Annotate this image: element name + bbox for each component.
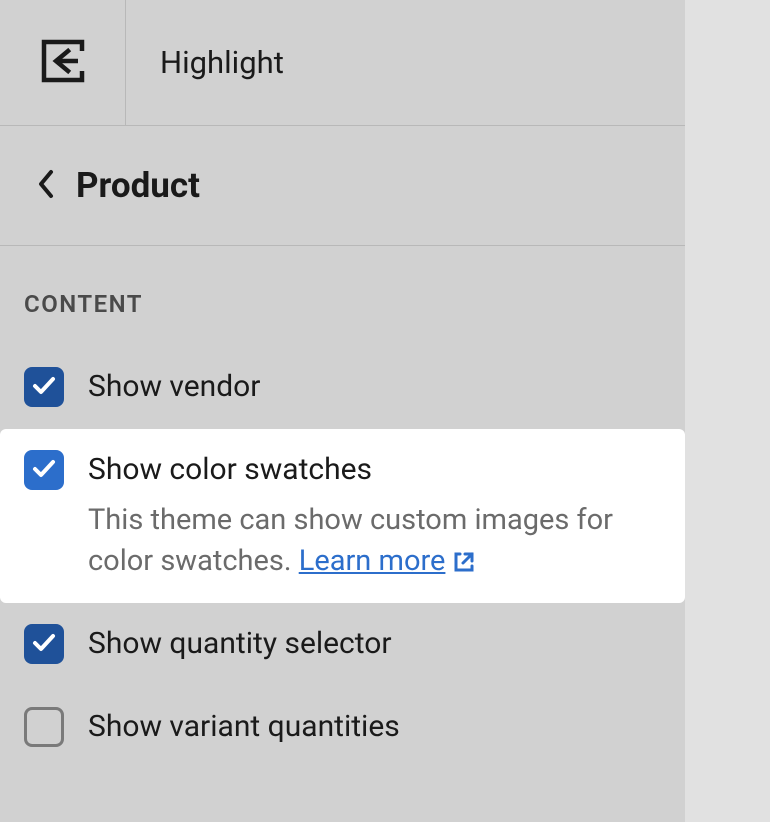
option-label: Show quantity selector [88, 624, 392, 665]
back-to-editor-icon [38, 36, 88, 90]
checkbox-show-quantity-selector[interactable] [24, 624, 64, 664]
option-show-vendor: Show vendor [24, 346, 661, 429]
checkbox-show-vendor[interactable] [24, 367, 64, 407]
right-panel-edge [685, 0, 770, 822]
option-label: Show vendor [88, 367, 260, 408]
breadcrumb: Product [0, 126, 685, 246]
option-show-variant-quantities: Show variant quantities [24, 686, 661, 769]
option-show-quantity-selector: Show quantity selector [24, 603, 661, 686]
options-list: Show vendor Show color swatches This the… [0, 318, 685, 768]
checkbox-show-variant-quantities[interactable] [24, 707, 64, 747]
back-button[interactable] [0, 0, 126, 126]
check-icon [31, 372, 57, 402]
learn-more-text: Learn more [299, 541, 446, 582]
section-label: CONTENT [0, 246, 685, 318]
learn-more-link[interactable]: Learn more [299, 541, 477, 582]
option-label: Show color swatches [88, 450, 661, 491]
topbar: Highlight [0, 0, 685, 126]
option-description: This theme can show custom images for co… [88, 500, 661, 582]
breadcrumb-back[interactable] [36, 168, 56, 204]
page-title: Product [76, 165, 200, 206]
option-show-color-swatches: Show color swatches This theme can show … [0, 429, 685, 604]
external-link-icon [452, 550, 476, 574]
checkbox-show-color-swatches[interactable] [24, 450, 64, 490]
check-icon [31, 455, 57, 485]
option-label: Show variant quantities [88, 707, 400, 748]
check-icon [31, 629, 57, 659]
topbar-title: Highlight [126, 44, 284, 81]
chevron-left-icon [36, 168, 56, 204]
